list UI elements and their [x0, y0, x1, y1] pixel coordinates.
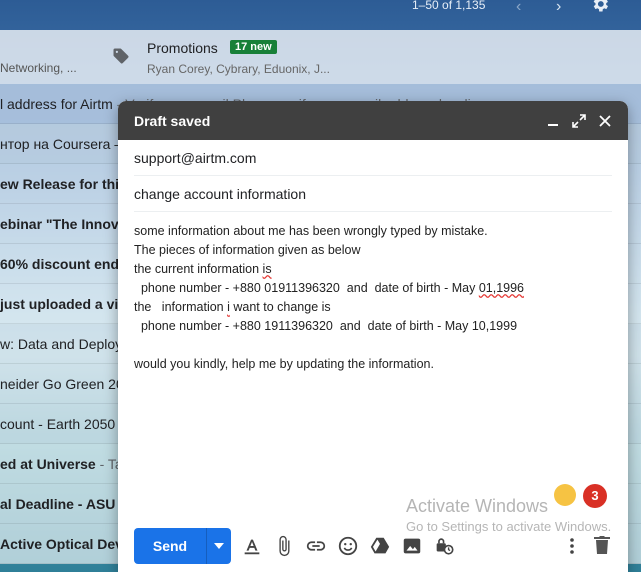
watermark-subtitle: Go to Settings to activate Windows. — [406, 519, 612, 534]
social-tab-senders[interactable]: Networking, ... — [0, 61, 77, 75]
body-line: the information i want to change is — [134, 298, 612, 317]
promotions-senders: Ryan Corey, Cybrary, Eduonix, J... — [147, 62, 330, 76]
body-line: The pieces of information given as below — [134, 243, 361, 257]
body-text: the information — [134, 300, 228, 314]
row-subject: al Deadline - ASU — [0, 496, 116, 512]
send-options-button[interactable] — [206, 528, 231, 564]
confidential-mode-icon[interactable] — [433, 535, 455, 557]
close-icon[interactable] — [598, 114, 612, 128]
row-subject: w: Data and Deploy — [0, 336, 123, 352]
body-line: phone number - +880 01911396320 and date… — [134, 279, 612, 298]
trash-icon[interactable] — [592, 534, 612, 556]
activate-windows-watermark: Activate Windows Go to Settings to activ… — [406, 496, 611, 534]
watermark-title: Activate Windows — [406, 496, 549, 516]
row-subject: neider Go Green 20 — [0, 376, 124, 392]
misspelled-word[interactable]: 01,1996 — [479, 281, 524, 295]
body-line: the current information is — [134, 260, 612, 279]
top-bar: 1–50 of 1,135 ‹ › — [0, 0, 641, 30]
inbox-tabs: Networking, ... Promotions 17 new Ryan C… — [0, 30, 641, 84]
send-button-group: Send — [134, 528, 231, 564]
more-options-icon[interactable] — [566, 535, 578, 557]
photo-icon[interactable] — [401, 535, 423, 557]
previous-page-icon[interactable]: ‹ — [516, 0, 521, 16]
row-subject: Active Optical Dev — [0, 536, 123, 552]
compose-title: Draft saved — [134, 112, 211, 129]
tab-promotions[interactable]: Promotions — [147, 40, 218, 56]
compose-header[interactable]: Draft saved — [118, 101, 628, 140]
row-subject: just uploaded a vid — [0, 296, 127, 312]
minimize-icon[interactable] — [546, 114, 560, 128]
fullscreen-icon[interactable] — [572, 113, 586, 128]
row-subject: l address for Airtm — [0, 96, 113, 112]
row-subject: нтор на Coursera – — [0, 136, 123, 152]
body-text: the current information — [134, 262, 263, 276]
drive-icon[interactable] — [369, 535, 391, 557]
subject-field[interactable]: change account information — [134, 176, 612, 212]
emoji-icon[interactable] — [337, 535, 359, 557]
notification-badge[interactable]: 3 — [583, 484, 607, 508]
row-subject: ebinar "The Innova — [0, 216, 127, 232]
row-subject: count - Earth 2050 — [0, 416, 116, 432]
body-line: phone number - +880 1911396320 and date … — [134, 319, 518, 333]
body-line: ​ — [134, 336, 612, 355]
new-count-badge: 17 new — [230, 40, 277, 54]
tag-icon — [113, 48, 129, 64]
body-text: phone number - +880 01911396320 and date… — [134, 281, 479, 295]
attach-icon[interactable] — [273, 535, 295, 557]
body-text: want to change is — [229, 300, 331, 314]
emoji-face-icon[interactable] — [554, 484, 576, 506]
send-button[interactable]: Send — [134, 528, 206, 564]
misspelled-word[interactable]: is — [263, 262, 272, 276]
row-subject: 60% discount end — [0, 256, 120, 272]
chevron-down-icon — [214, 543, 224, 549]
gear-icon[interactable] — [590, 0, 610, 14]
to-field[interactable]: support@airtm.com — [134, 140, 612, 176]
message-body[interactable]: some information about me has been wrong… — [118, 212, 628, 374]
next-page-icon[interactable]: › — [556, 0, 561, 16]
link-icon[interactable] — [305, 535, 327, 557]
row-subject: ed at Universe — [0, 456, 96, 472]
body-line: some information about me has been wrong… — [134, 224, 488, 238]
row-subject: ew Release for this — [0, 176, 127, 192]
pagination-count: 1–50 of 1,135 — [412, 0, 486, 12]
formatting-icon[interactable] — [241, 535, 263, 557]
body-line: would you kindly, help me by updating th… — [134, 357, 434, 371]
